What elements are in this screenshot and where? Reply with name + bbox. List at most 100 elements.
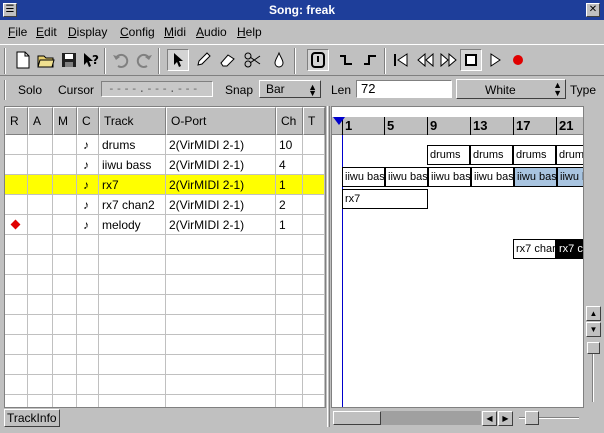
column-header-oport[interactable]: O-Port: [166, 107, 276, 135]
pointer-icon[interactable]: [167, 49, 189, 71]
bass-part[interactable]: iiwu bas: [514, 167, 557, 187]
drums-part[interactable]: drums: [556, 145, 583, 165]
menu-config[interactable]: Config: [120, 25, 155, 39]
table-cell[interactable]: [28, 215, 53, 235]
table-cell[interactable]: [53, 135, 77, 155]
table-cell[interactable]: [28, 175, 53, 195]
time-ruler[interactable]: 1 5 9 13 17 21: [332, 117, 583, 135]
arrangement-canvas[interactable]: 159131721 drumsdrumsdrumsdrumsiiwu basii…: [331, 106, 584, 408]
table-cell[interactable]: [53, 155, 77, 175]
column-header-a[interactable]: A: [28, 107, 53, 135]
whats-this-icon[interactable]: ?: [80, 49, 102, 71]
table-cell[interactable]: [303, 135, 325, 155]
table-cell[interactable]: 10: [276, 135, 303, 155]
table-cell[interactable]: [53, 195, 77, 215]
table-cell[interactable]: [5, 175, 28, 195]
table-cell[interactable]: [303, 195, 325, 215]
column-header-m[interactable]: M: [53, 107, 77, 135]
table-cell[interactable]: ♪: [77, 155, 99, 175]
table-cell[interactable]: 2(VirMIDI 2-1): [166, 215, 276, 235]
save-icon[interactable]: [58, 49, 80, 71]
table-cell[interactable]: [28, 155, 53, 175]
table-cell[interactable]: [53, 175, 77, 195]
vertical-scrollbar[interactable]: ▲ ▼: [585, 106, 602, 408]
record-icon[interactable]: [507, 49, 529, 71]
rewind-start-icon[interactable]: [390, 49, 412, 71]
follow-cont-icon[interactable]: [335, 49, 357, 71]
scroll-down-icon[interactable]: ▼: [586, 322, 601, 337]
scroll-left-icon[interactable]: ◀: [482, 411, 497, 426]
menu-midi[interactable]: Midi: [164, 25, 186, 39]
snap-select[interactable]: Bar ▲ ▼: [259, 80, 321, 98]
bass-part[interactable]: iiwu bas: [342, 167, 385, 187]
table-cell[interactable]: iiwu bass: [99, 155, 166, 175]
menu-display[interactable]: Display: [68, 25, 107, 39]
bass-part[interactable]: iiwu bas: [385, 167, 428, 187]
menu-audio[interactable]: Audio: [196, 25, 227, 39]
table-cell[interactable]: [5, 135, 28, 155]
len-input[interactable]: 72: [356, 80, 452, 98]
column-header-c[interactable]: C: [77, 107, 99, 135]
new-file-icon[interactable]: [12, 49, 34, 71]
splitter[interactable]: [327, 106, 330, 427]
bass-part[interactable]: iiwu b: [557, 167, 583, 187]
scissors-icon[interactable]: [242, 49, 264, 71]
table-cell[interactable]: 4: [276, 155, 303, 175]
table-cell[interactable]: rx7: [99, 175, 166, 195]
color-select[interactable]: White ▲ ▼: [456, 79, 566, 99]
table-cell[interactable]: ♪: [77, 195, 99, 215]
table-cell[interactable]: 2(VirMIDI 2-1): [166, 175, 276, 195]
table-cell[interactable]: [303, 155, 325, 175]
table-cell[interactable]: [303, 175, 325, 195]
fast-forward-icon[interactable]: [438, 49, 460, 71]
play-icon[interactable]: [484, 49, 506, 71]
rx7-chan2-part-selected[interactable]: rx7 c: [556, 239, 583, 259]
drums-part[interactable]: drums: [470, 145, 513, 165]
record-armed-icon[interactable]: [10, 219, 21, 230]
trackinfo-button[interactable]: TrackInfo: [4, 409, 60, 427]
horizontal-scroll-thumb[interactable]: [333, 411, 381, 425]
glue-icon[interactable]: [268, 49, 290, 71]
stop-icon[interactable]: [460, 49, 482, 71]
table-cell[interactable]: [28, 135, 53, 155]
eraser-icon[interactable]: [217, 49, 239, 71]
horizontal-zoom-handle[interactable]: [525, 411, 539, 425]
table-cell[interactable]: [53, 215, 77, 235]
table-cell[interactable]: [5, 215, 28, 235]
redo-icon[interactable]: [133, 49, 155, 71]
table-cell[interactable]: ♪: [77, 175, 99, 195]
column-header-r[interactable]: R: [5, 107, 28, 135]
pencil-icon[interactable]: [192, 49, 214, 71]
rx7-chan2-part[interactable]: rx7 char: [513, 239, 556, 259]
table-cell[interactable]: drums: [99, 135, 166, 155]
table-cell[interactable]: [28, 195, 53, 215]
column-header-track[interactable]: Track: [99, 107, 166, 135]
table-cell[interactable]: [303, 215, 325, 235]
table-cell[interactable]: melody: [99, 215, 166, 235]
undo-icon[interactable]: [110, 49, 132, 71]
menu-edit[interactable]: Edit: [36, 25, 57, 39]
table-cell[interactable]: [5, 195, 28, 215]
scroll-right-icon[interactable]: ▶: [498, 411, 513, 426]
table-cell[interactable]: 2(VirMIDI 2-1): [166, 155, 276, 175]
scroll-up-icon[interactable]: ▲: [586, 306, 601, 321]
table-cell[interactable]: 1: [276, 215, 303, 235]
follow-page-icon[interactable]: [307, 49, 329, 71]
column-header-t[interactable]: T: [303, 107, 325, 135]
close-button[interactable]: ✕: [586, 3, 600, 17]
table-cell[interactable]: 1: [276, 175, 303, 195]
menu-help[interactable]: Help: [237, 25, 262, 39]
open-folder-icon[interactable]: [35, 49, 57, 71]
follow-none-icon[interactable]: [359, 49, 381, 71]
horizontal-scroll-track[interactable]: [381, 411, 481, 425]
table-cell[interactable]: rx7 chan2: [99, 195, 166, 215]
bass-part[interactable]: iiwu bas: [471, 167, 514, 187]
drums-part[interactable]: drums: [427, 145, 470, 165]
rewind-icon[interactable]: [414, 49, 436, 71]
vertical-zoom-handle[interactable]: [587, 342, 600, 354]
horizontal-scrollbar[interactable]: ◀ ▶: [331, 409, 584, 427]
table-cell[interactable]: 2(VirMIDI 2-1): [166, 135, 276, 155]
solo-label[interactable]: Solo: [18, 83, 42, 97]
table-cell[interactable]: [5, 155, 28, 175]
table-cell[interactable]: 2(VirMIDI 2-1): [166, 195, 276, 215]
